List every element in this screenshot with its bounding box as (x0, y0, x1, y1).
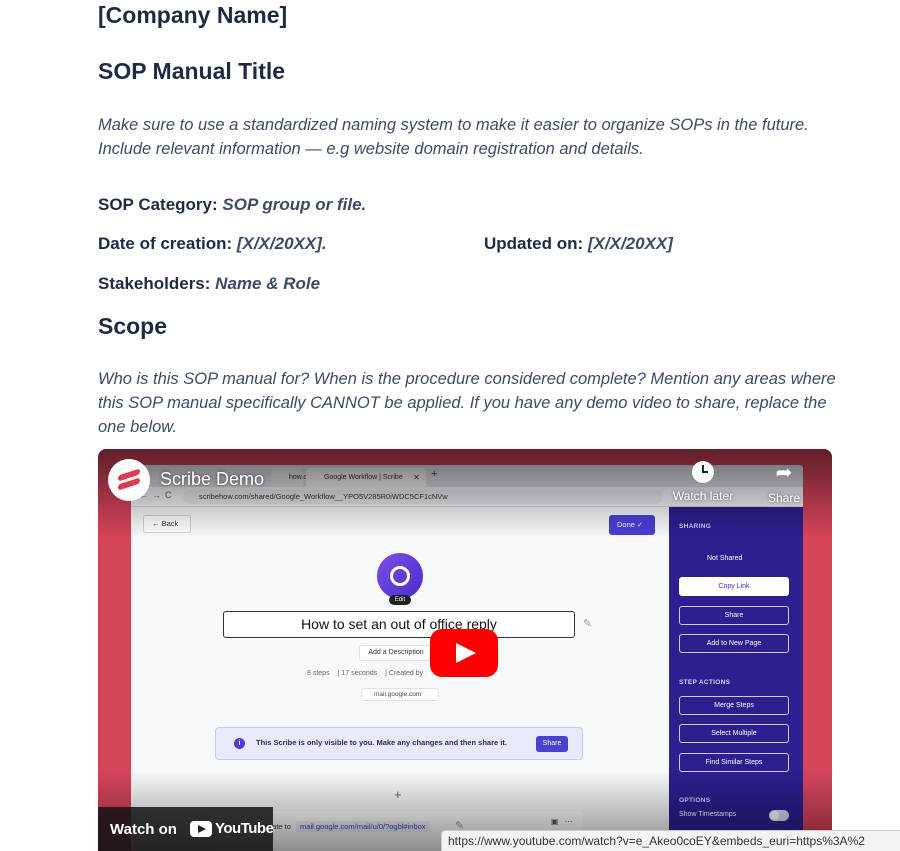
step-link: mail.google.com/mail/u/0/?ogbl#inbox (296, 821, 430, 832)
stakeholders-label: Stakeholders: (98, 274, 211, 293)
video-title[interactable]: Scribe Demo (160, 469, 264, 490)
sop-category-label: SOP Category: (98, 195, 218, 214)
visibility-notice: i This Scribe is only visible to you. Ma… (215, 727, 583, 760)
duration: 17 seconds (341, 670, 378, 677)
browser-tab-label: Google Workflow | Scribe (324, 474, 403, 481)
scribe-stats: 8 steps | 17 seconds | Created by (307, 670, 424, 677)
add-description-button: Add a Description (359, 645, 433, 661)
created-by: Created by (388, 670, 424, 677)
show-timestamps-toggle (769, 810, 789, 821)
show-timestamps-label: Show Timestamps (679, 811, 737, 818)
sop-category-value: SOP group or file. (222, 195, 367, 214)
intro-text: Make sure to use a standardized naming s… (98, 116, 809, 158)
done-button: Done ✓ (609, 515, 655, 535)
youtube-play-icon (190, 821, 212, 837)
youtube-embed[interactable]: how.co Google Workflow | Scribe ✕ + ←→C … (98, 449, 832, 851)
clock-icon (692, 461, 714, 483)
scribe-title-field: How to set an out of office reply (223, 611, 575, 638)
notice-text: This Scribe is only visible to you. Make… (256, 738, 507, 747)
scope-heading: Scope (98, 313, 168, 339)
youtube-wordmark: YouTube (215, 820, 274, 837)
date-of-creation-value: [X/X/20XX]. (236, 234, 327, 253)
browser-url: scribehow.com/shared/Google_Workflow__YP… (183, 490, 663, 504)
watch-on-youtube-button[interactable]: Watch on YouTube (98, 807, 274, 851)
close-icon: ✕ (413, 473, 420, 482)
step-menu-icons: ▣⋯ (551, 817, 579, 826)
share-arrow-icon: ➦ (775, 462, 793, 484)
updated-on-value: [X/X/20XX] (587, 234, 673, 253)
options-header: OPTIONS (679, 797, 711, 804)
step-actions-header: STEP ACTIONS (679, 679, 731, 686)
company-name: [Company Name] (98, 2, 288, 28)
info-icon: i (234, 738, 245, 749)
domain-chip: mail.google.com (361, 688, 439, 701)
browser-tab-active: Google Workflow | Scribe ✕ (306, 468, 426, 487)
new-tab-icon: + (431, 468, 438, 480)
edit-label: Edit (389, 595, 411, 605)
scribe-editor: ← Back Done ✓ Edit How to set an out of … (131, 507, 669, 851)
steps-count: 8 steps (307, 670, 330, 677)
pencil-icon: ✎ (583, 618, 593, 630)
not-shared-label: Not Shared (707, 555, 743, 562)
sop-category-row: SOP Category: SOP group or file. (98, 195, 366, 215)
copy-link-button: Copy Link (679, 577, 789, 596)
add-step-icon: + (394, 787, 402, 802)
scribe-side-panel: SHARING Not Shared Copy Link Share Add t… (669, 507, 803, 851)
watch-later-button[interactable]: Watch later (668, 461, 738, 503)
back-button: ← Back (143, 515, 191, 533)
add-to-new-page-button: Add to New Page (679, 634, 789, 653)
date-of-creation-label: Date of creation: (98, 234, 233, 253)
updated-on-row: Updated on: [X/X/20XX] (484, 234, 673, 254)
share-button[interactable]: ➦ Share (762, 461, 806, 505)
scribe-logo-icon (377, 553, 423, 599)
find-similar-steps-button: Find Similar Steps (679, 753, 789, 772)
watch-later-label: Watch later (672, 489, 734, 503)
select-multiple-button: Select Multiple (679, 724, 789, 743)
updated-on-label: Updated on: (484, 234, 584, 253)
play-button[interactable] (430, 629, 498, 677)
stakeholders-value: Name & Role (215, 274, 321, 293)
link-status-bar: https://www.youtube.com/watch?v=e_Akeo0c… (441, 830, 900, 851)
scope-text: Who is this SOP manual for? When is the … (98, 370, 836, 436)
stakeholders-row: Stakeholders: Name & Role (98, 274, 320, 294)
merge-steps-button: Merge Steps (679, 696, 789, 715)
browser-tab: how.co (271, 468, 311, 487)
step-text: Navigate to mail.google.com/mail/u/0/?og… (253, 821, 430, 832)
date-of-creation-row: Date of creation: [X/X/20XX]. (98, 234, 327, 254)
watch-on-label: Watch on (110, 821, 177, 838)
share-panel-button: Share (679, 606, 789, 625)
sharing-header: SHARING (679, 523, 712, 530)
channel-avatar[interactable] (108, 459, 150, 501)
notice-share-button: Share (536, 736, 568, 752)
sop-title: SOP Manual Title (98, 58, 286, 84)
share-label: Share (767, 491, 801, 505)
